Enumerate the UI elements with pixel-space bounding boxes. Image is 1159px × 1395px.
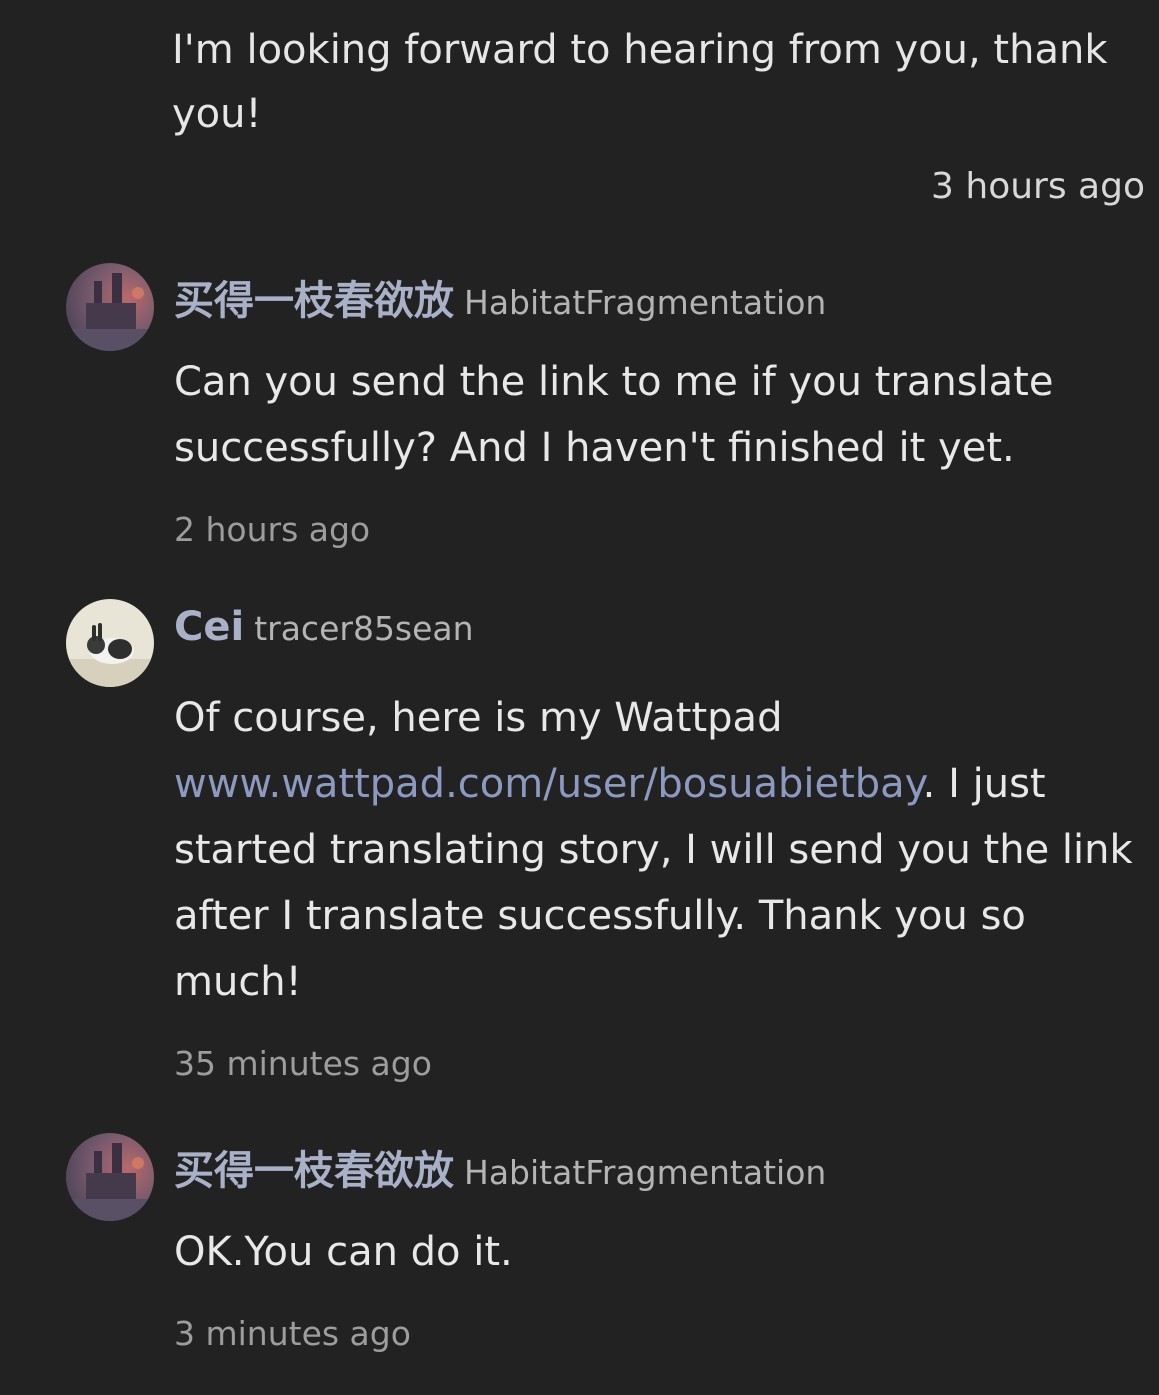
avatar[interactable] xyxy=(66,599,154,687)
comment-text: Of course, here is my Wattpad www.wattpa… xyxy=(174,685,1139,1015)
comment-timestamp: 3 minutes ago xyxy=(174,1314,411,1353)
display-name[interactable]: Cei xyxy=(174,604,244,650)
comment-timestamp: 35 minutes ago xyxy=(174,1044,432,1083)
comment-text: I'm looking forward to hearing from you,… xyxy=(172,27,1108,137)
avatar[interactable] xyxy=(66,1133,154,1221)
painting-avatar-icon xyxy=(66,263,154,351)
comment-text: Can you send the link to me if you trans… xyxy=(174,359,1054,471)
comment-timestamp: 2 hours ago xyxy=(174,510,371,549)
username[interactable]: HabitatFragmentation xyxy=(464,283,826,322)
username[interactable]: tracer85sean xyxy=(254,609,473,648)
comment-timestamp: 3 hours ago xyxy=(931,166,1145,207)
wattpad-link[interactable]: www.wattpad.com/user/bosuabietbay xyxy=(174,761,923,807)
display-name[interactable]: 买得一枝春欲放 xyxy=(174,278,454,324)
comment-header: 买得一枝春欲放 HabitatFragmentation xyxy=(174,1138,826,1196)
comment-header: 买得一枝春欲放 HabitatFragmentation xyxy=(174,268,826,326)
display-name[interactable]: 买得一枝春欲放 xyxy=(174,1148,454,1194)
painting-avatar-icon xyxy=(66,1133,154,1221)
comment-text-part: Of course, here is my Wattpad xyxy=(174,695,783,741)
rabbit-avatar-icon xyxy=(66,599,154,687)
comment-header: Cei tracer85sean xyxy=(174,604,474,650)
username[interactable]: HabitatFragmentation xyxy=(464,1153,826,1192)
avatar[interactable] xyxy=(66,263,154,351)
comment-text: OK.You can do it. xyxy=(174,1229,513,1275)
